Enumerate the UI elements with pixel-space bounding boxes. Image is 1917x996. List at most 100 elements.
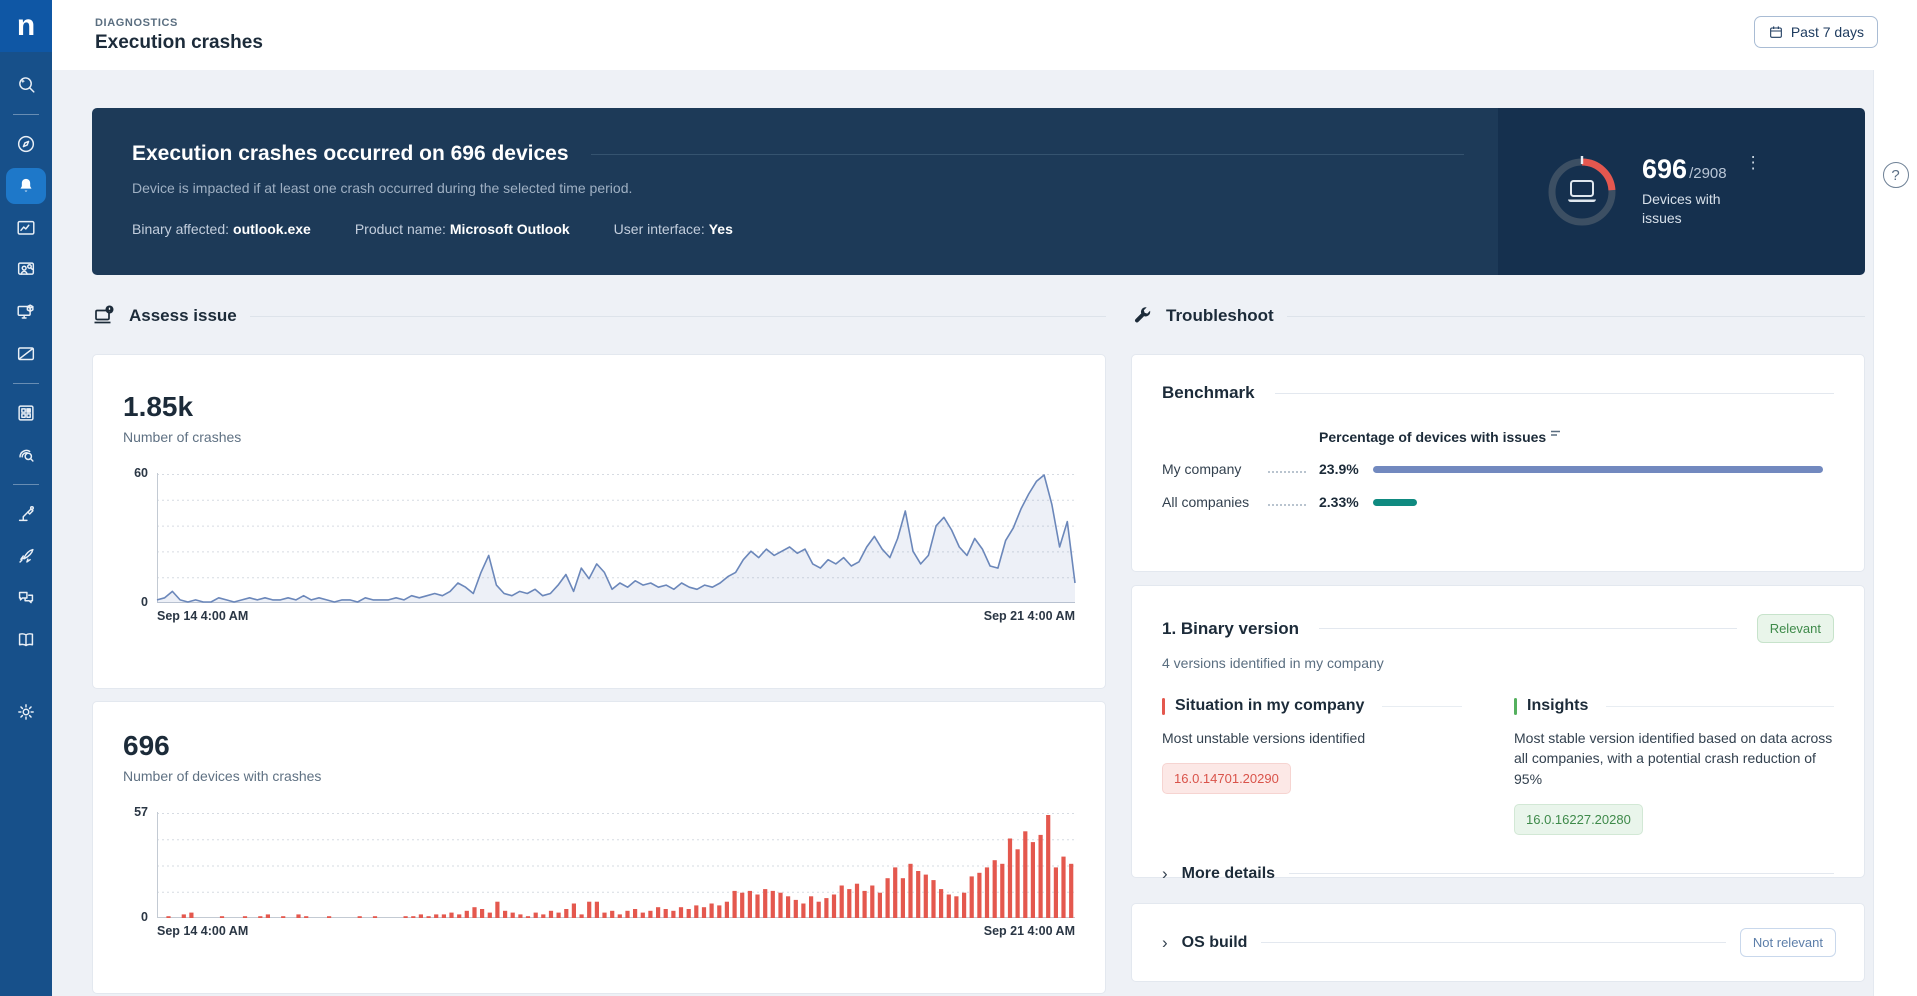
insights-title: Insights	[1527, 697, 1589, 714]
remote-device-icon[interactable]	[6, 294, 46, 330]
nexthink-logo[interactable]: n	[0, 0, 52, 52]
stable-version-chip[interactable]: 16.0.16227.20280	[1514, 803, 1643, 835]
crashes-x-axis: Sep 14 4:00 AM Sep 21 4:00 AM	[157, 609, 1075, 623]
impact-subtitle: Device is impacted if at least one crash…	[132, 180, 633, 196]
devices-kpi-label: Number of devices with crashes	[123, 768, 322, 784]
my-company-bar	[1373, 465, 1823, 473]
devices-chart-card: 696 Number of devices with crashes 57 0 …	[92, 701, 1106, 994]
card-rule	[1274, 392, 1834, 394]
sub-rule	[1606, 705, 1834, 707]
card-rule	[1261, 942, 1726, 943]
devices-gauge-panel: 696 /2908 ⋮ Devices with issues	[1498, 108, 1865, 275]
nav-divider	[13, 484, 39, 485]
user-search-icon[interactable]	[6, 252, 46, 288]
dotted-leader	[1268, 465, 1306, 473]
devices-kpi: 696	[123, 730, 170, 761]
fact-product: Product name: Microsoft Outlook	[354, 221, 570, 237]
investigate-icon[interactable]	[6, 437, 46, 473]
devices-total: /2908	[1689, 164, 1727, 182]
wrench-icon	[1135, 307, 1151, 323]
troubleshoot-header: Troubleshoot	[1131, 302, 1865, 330]
settings-gear-icon[interactable]	[6, 694, 46, 730]
compass-icon[interactable]	[6, 126, 46, 162]
calendar-icon	[1769, 26, 1782, 38]
help-rail: ?	[1873, 70, 1917, 996]
crashes-line-chart[interactable]	[156, 473, 1076, 603]
monitoring-chart-icon[interactable]	[6, 210, 46, 246]
assess-issue-column: Assess issue 1.85k Number of crashes 60 …	[92, 302, 1106, 994]
main-content: Execution crashes occurred on 696 device…	[52, 70, 1873, 996]
dotted-leader	[1268, 498, 1306, 506]
content-edit-icon[interactable]	[6, 336, 46, 372]
sub-rule	[1382, 705, 1462, 707]
gauge-text: 696 /2908 ⋮ Devices with issues	[1642, 153, 1762, 228]
all-companies-bar	[1373, 498, 1417, 506]
kebab-menu-icon[interactable]: ⋮	[1745, 153, 1762, 171]
breadcrumb: DIAGNOSTICS	[95, 16, 178, 29]
more-details-label: More details	[1181, 864, 1276, 882]
impact-title: Execution crashes occurred on 696 device…	[132, 142, 569, 165]
sort-icon[interactable]	[1551, 430, 1561, 439]
impact-facts: Binary affected: outlook.exe Product name…	[132, 221, 1464, 237]
os-build-card[interactable]: › OS build Not relevant	[1131, 903, 1865, 982]
assess-issue-title: Assess issue	[129, 306, 237, 325]
benchmark-title: Benchmark	[1162, 383, 1255, 402]
library-book-icon[interactable]	[6, 622, 46, 658]
sidebar: n	[0, 0, 52, 996]
time-period-label: Past 7 days	[1790, 24, 1864, 40]
laptop-icon	[1568, 179, 1596, 202]
launch-rocket-icon[interactable]	[6, 538, 46, 574]
page-title: Execution crashes	[95, 31, 263, 53]
impact-banner: Execution crashes occurred on 696 device…	[92, 108, 1865, 275]
benchmark-column-header: Percentage of devices with issues	[1319, 429, 1561, 445]
crashes-kpi: 1.85k	[123, 391, 194, 422]
automation-icon[interactable]	[6, 496, 46, 532]
laptop-alert-icon	[94, 305, 114, 324]
diagnostics-page: n DIAGNOSTICS Execution crashes Past 7 d…	[0, 0, 1917, 996]
troubleshoot-column: Troubleshoot Benchmark Percentage of dev…	[1131, 302, 1865, 994]
feedback-chat-icon[interactable]	[6, 580, 46, 616]
fact-ui: User interface: Yes	[613, 221, 733, 237]
situation-title: Situation in my company	[1175, 697, 1365, 714]
devices-gauge	[1544, 154, 1620, 230]
section-rule	[1286, 315, 1865, 317]
situation-body: Most unstable versions identified	[1162, 730, 1366, 746]
card-rule	[1319, 628, 1737, 629]
not-relevant-badge: Not relevant	[1739, 928, 1836, 957]
impact-banner-main: Execution crashes occurred on 696 device…	[92, 108, 1498, 275]
crashes-y-axis: 60 0	[134, 466, 148, 609]
benchmark-table: Percentage of devices with issues My com…	[1162, 429, 1834, 510]
binary-version-title: 1. Binary version	[1162, 618, 1300, 638]
red-accent-bar	[1162, 697, 1165, 715]
troubleshoot-title: Troubleshoot	[1166, 306, 1274, 325]
insights-panel: Insights Most stable version identified …	[1514, 697, 1834, 835]
chevron-right-icon: ›	[1162, 864, 1168, 884]
chevron-right-icon: ›	[1162, 933, 1168, 952]
green-accent-bar	[1514, 697, 1517, 715]
devices-bar-chart[interactable]	[157, 812, 1075, 918]
top-header: DIAGNOSTICS Execution crashes Past 7 day…	[52, 0, 1917, 70]
devices-with-issues-value: 696	[1642, 153, 1688, 184]
applications-grid-icon[interactable]	[6, 395, 46, 431]
relevant-badge: Relevant	[1756, 614, 1834, 643]
time-period-button[interactable]: Past 7 days	[1753, 16, 1878, 48]
ai-search-icon[interactable]	[6, 67, 46, 103]
assess-issue-header: Assess issue	[92, 302, 1106, 330]
devices-x-axis: Sep 14 4:00 AM Sep 21 4:00 AM	[157, 924, 1075, 938]
benchmark-card: Benchmark Percentage of devices with iss…	[1131, 354, 1865, 572]
unstable-version-chip[interactable]: 16.0.14701.20290	[1162, 763, 1291, 795]
os-build-title: OS build	[1181, 933, 1248, 951]
help-icon[interactable]: ?	[1882, 162, 1909, 188]
sidebar-nav	[0, 52, 52, 733]
nav-divider	[13, 383, 39, 384]
alerts-bell-icon[interactable]	[6, 168, 46, 204]
section-rule	[249, 315, 1106, 317]
binary-version-card: 1. Binary version Relevant 4 versions id…	[1131, 585, 1865, 882]
card-rule	[1289, 873, 1834, 875]
benchmark-row-my-company: My company 23.9%	[1162, 461, 1834, 477]
insights-body: Most stable version identified based on …	[1514, 730, 1833, 787]
gauge-label: Devices with issues	[1642, 190, 1721, 226]
fact-binary: Binary affected: outlook.exe	[132, 221, 311, 237]
devices-y-axis: 57 0	[134, 805, 148, 924]
more-details-toggle[interactable]: › More details	[1162, 865, 1834, 883]
